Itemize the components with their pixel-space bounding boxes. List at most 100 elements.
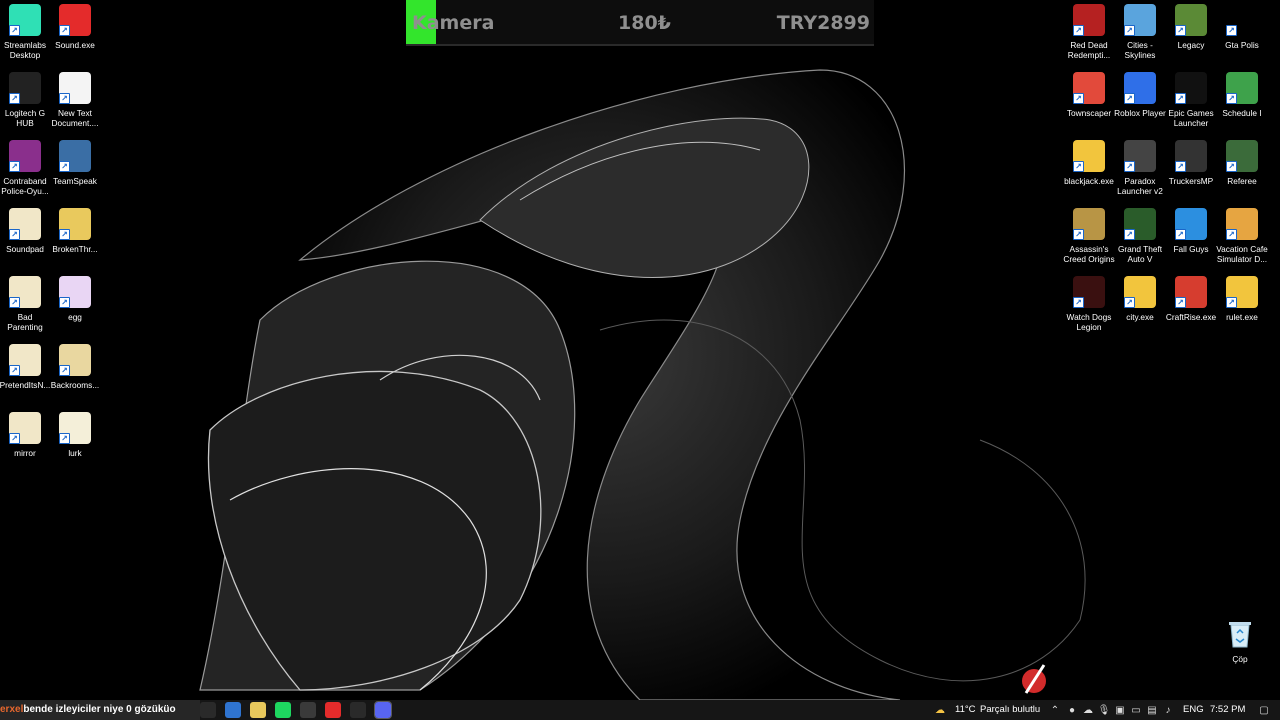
- weather-condition[interactable]: Parçalı bulutlu: [980, 700, 1040, 720]
- desktop-icon-egg[interactable]: ↗ egg: [50, 276, 100, 338]
- desktop-icon-red-dead-redempti[interactable]: ↗ Red Dead Redempti...: [1064, 4, 1114, 66]
- file-icon: ↗: [59, 276, 91, 308]
- desktop-icon-pretenditsn[interactable]: ↗ PretendItsN...: [0, 344, 50, 406]
- network-icon[interactable]: ▤: [1146, 704, 1158, 716]
- desktop-icon-label: Epic Games Launcher: [1168, 108, 1214, 128]
- steam-icon[interactable]: [350, 702, 366, 718]
- desktop-icon-craftrise-exe[interactable]: ↗ CraftRise.exe: [1166, 276, 1216, 338]
- shortcut-arrow-icon: ↗: [9, 433, 20, 444]
- microphone-icon[interactable]: 🎙: [1098, 704, 1111, 716]
- desktop-icon-label: Bad Parenting: [7, 312, 43, 332]
- language-indicator[interactable]: ENG: [1183, 700, 1204, 720]
- shortcut-arrow-icon: ↗: [1124, 161, 1135, 172]
- shortcut-arrow-icon: ↗: [1226, 161, 1237, 172]
- desktop-icon-label: TeamSpeak: [53, 176, 97, 186]
- shortcut-arrow-icon: ↗: [1226, 25, 1237, 36]
- teamspeak-icon: ↗: [59, 140, 91, 172]
- desktop-icon-fall-guys[interactable]: ↗ Fall Guys: [1166, 208, 1216, 270]
- desktop-icon-truckersmp[interactable]: ↗ TruckersMP: [1166, 140, 1216, 202]
- streamlabs-icon: ↗: [9, 4, 41, 36]
- clock-time[interactable]: 7:52 PM: [1210, 700, 1245, 720]
- volume-icon[interactable]: ♪: [1162, 704, 1174, 716]
- desktop-icon-label: Gta Polis: [1225, 40, 1259, 50]
- shortcut-arrow-icon: ↗: [1175, 25, 1186, 36]
- referee-icon: ↗: [1226, 140, 1258, 172]
- shortcut-arrow-icon: ↗: [59, 229, 70, 240]
- desktop-icon-epic-games-launcher[interactable]: ↗ Epic Games Launcher: [1166, 72, 1216, 134]
- truckersmp-icon: ↗: [1175, 140, 1207, 172]
- desktop-icon-brokenthr[interactable]: ↗ BrokenThr...: [50, 208, 100, 270]
- desktop-icon-logitech-g-hub[interactable]: ↗ Logitech G HUB: [0, 72, 50, 134]
- obs-icon[interactable]: [300, 702, 316, 718]
- python-icon: ↗: [1226, 276, 1258, 308]
- desktop-icon-label: Red Dead Redempti...: [1067, 40, 1111, 60]
- desktop-icon-teamspeak[interactable]: ↗ TeamSpeak: [50, 140, 100, 202]
- desktop-icon-townscaper[interactable]: ↗ Townscaper: [1064, 72, 1114, 134]
- desktop-icon-grand-theft-auto-v[interactable]: ↗ Grand Theft Auto V: [1115, 208, 1165, 270]
- youtube-icon[interactable]: [325, 702, 341, 718]
- desktop-icon-label: mirror: [14, 448, 36, 458]
- goal-title: Kamera: [412, 12, 495, 34]
- shortcut-arrow-icon: ↗: [1073, 93, 1084, 104]
- ticker-message: bende izleyiciler niye 0 gözüküo: [23, 704, 176, 715]
- desktop-icon-new-text-document[interactable]: ↗ New Text Document....: [50, 72, 100, 134]
- desktop-icon-assassin-s-creed-origins[interactable]: ↗ Assassin's Creed Origins: [1063, 208, 1115, 270]
- paradox-icon: ↗: [1124, 140, 1156, 172]
- desktop-icon-blackjack-exe[interactable]: ↗ blackjack.exe: [1064, 140, 1114, 202]
- shortcut-arrow-icon: ↗: [1175, 93, 1186, 104]
- desktop-icon-vacation-cafe-simulator-d[interactable]: ↗ Vacation Cafe Simulator D...: [1216, 208, 1268, 270]
- desktop-icon-contraband-police-oyu[interactable]: ↗ Contraband Police-Oyu...: [0, 140, 50, 202]
- app-tray-icon[interactable]: ▣: [1114, 704, 1126, 716]
- desktop-icon-label: PretendItsN...: [0, 380, 51, 390]
- cloud-icon[interactable]: ☁: [1082, 704, 1094, 716]
- shortcut-arrow-icon: ↗: [59, 365, 70, 376]
- file-explorer-icon[interactable]: [250, 702, 266, 718]
- desktop-icon-cities-skylines[interactable]: ↗ Cities - Skylines: [1115, 4, 1165, 66]
- display-icon[interactable]: ▭: [1130, 704, 1142, 716]
- weather-temp[interactable]: 11°C: [955, 700, 976, 720]
- desktop-icon-roblox-player[interactable]: ↗ Roblox Player: [1114, 72, 1166, 134]
- shortcut-arrow-icon: ↗: [1073, 161, 1084, 172]
- desktop-icon-label: Legacy: [1177, 40, 1205, 50]
- notification-icon[interactable]: ▢: [1258, 704, 1270, 716]
- discord-tray-icon[interactable]: ●: [1066, 704, 1078, 716]
- desktop-icon-label: egg: [68, 312, 82, 322]
- desktop-icon-schedule-i[interactable]: ↗ Schedule I: [1217, 72, 1267, 134]
- desktop-icon-mirror[interactable]: ↗ mirror: [0, 412, 50, 474]
- desktop-icon-referee[interactable]: ↗ Referee: [1217, 140, 1267, 202]
- desktop-icon-label: Schedule I: [1222, 108, 1262, 118]
- desktop-icon-bad-parenting[interactable]: ↗ Bad Parenting: [0, 276, 50, 338]
- desktop-icon-city-exe[interactable]: ↗ city.exe: [1115, 276, 1165, 338]
- desktop-icon-label: Townscaper: [1066, 108, 1112, 118]
- task-view-icon[interactable]: [200, 702, 216, 718]
- shortcut-arrow-icon: ↗: [1073, 25, 1084, 36]
- desktop-icon-watch-dogs-legion[interactable]: ↗ Watch Dogs Legion: [1064, 276, 1114, 338]
- streamer-logo-icon: [1018, 663, 1050, 695]
- shortcut-arrow-icon: ↗: [1124, 229, 1135, 240]
- desktop-icon-recycle-bin[interactable]: Çöp: [1215, 618, 1265, 680]
- chrome-icon[interactable]: [225, 702, 241, 718]
- desktop-icon-label: rulet.exe: [1226, 312, 1258, 322]
- desktop-icon-label: Roblox Player: [1114, 108, 1166, 118]
- chevron-up-icon[interactable]: ⌃: [1049, 704, 1061, 716]
- weather-icon[interactable]: ☁: [934, 704, 946, 716]
- shortcut-arrow-icon: ↗: [1226, 229, 1237, 240]
- text-file-icon: ↗: [59, 72, 91, 104]
- desktop-icon-streamlabs-desktop[interactable]: ↗ Streamlabs Desktop: [0, 4, 50, 66]
- epic-games-icon: ↗: [1175, 72, 1207, 104]
- desktop-icon-soundpad[interactable]: ↗ Soundpad: [0, 208, 50, 270]
- desktop-icon-label: Fall Guys: [1173, 244, 1209, 254]
- spotify-icon[interactable]: [275, 702, 291, 718]
- desktop-icon-sound-exe[interactable]: ↗ Sound.exe: [50, 4, 100, 66]
- desktop-icon-rulet-exe[interactable]: ↗ rulet.exe: [1217, 276, 1267, 338]
- desktop-icon-lurk[interactable]: ↗ lurk: [50, 412, 100, 474]
- discord-icon[interactable]: [374, 701, 392, 719]
- desktop-icon-legacy[interactable]: ↗ Legacy: [1166, 4, 1216, 66]
- desktop-icon-paradox-launcher-v2[interactable]: ↗ Paradox Launcher v2: [1115, 140, 1165, 202]
- desktop-icon-gta-polis[interactable]: ↗ Gta Polis: [1217, 4, 1267, 66]
- donation-goal-widget: Kamera 180₺ TRY2899: [406, 0, 874, 46]
- shortcut-arrow-icon: ↗: [1226, 297, 1237, 308]
- shortcut-arrow-icon: ↗: [1073, 297, 1084, 308]
- desktop-icon-backrooms[interactable]: ↗ Backrooms...: [50, 344, 100, 406]
- assassins-creed-icon: ↗: [1073, 208, 1105, 240]
